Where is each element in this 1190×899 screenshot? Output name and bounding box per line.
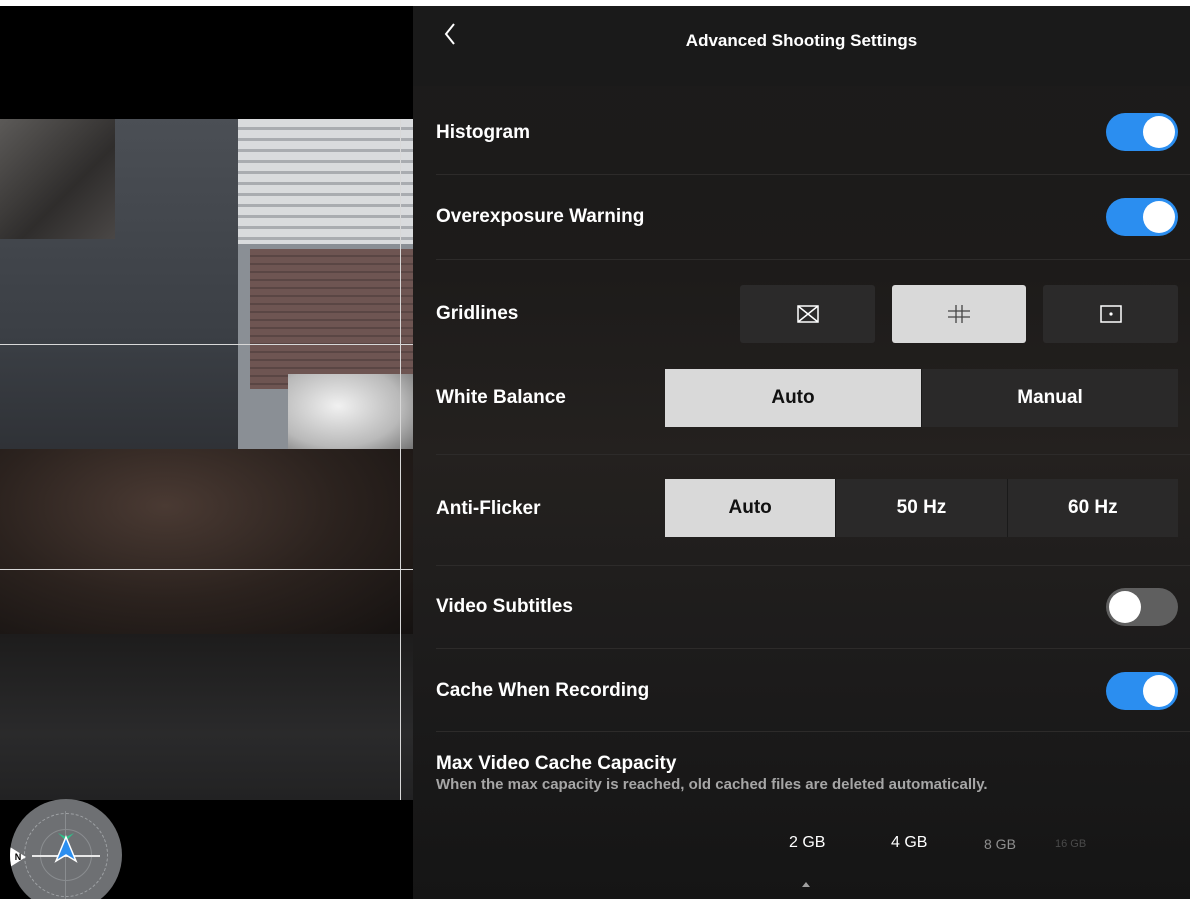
scene-window: [238, 119, 413, 469]
gridline-diagonal-button[interactable]: [740, 285, 875, 343]
home-point-icon: [105, 892, 121, 899]
anti-flicker-label: Anti-Flicker: [436, 498, 541, 519]
scene-painting: [0, 119, 115, 239]
scene-sofa: [0, 449, 413, 639]
cache-option-8gb[interactable]: 8 GB: [984, 836, 1016, 852]
camera-live-view[interactable]: N: [0, 6, 413, 899]
cache-option-16gb[interactable]: 16 GB: [1055, 838, 1086, 850]
scene-brick: [250, 249, 413, 389]
video-subtitles-label: Video Subtitles: [436, 596, 573, 617]
toggle-knob: [1143, 116, 1175, 148]
cache-option-4gb[interactable]: 4 GB: [891, 834, 927, 852]
diagonal-grid-icon: [796, 305, 819, 323]
cache-recording-toggle[interactable]: [1106, 672, 1178, 710]
anti-flicker-60hz[interactable]: 60 Hz: [1006, 479, 1178, 537]
histogram-toggle[interactable]: [1106, 113, 1178, 151]
cache-recording-row: Cache When Recording: [436, 649, 1190, 732]
video-subtitles-row: Video Subtitles: [436, 566, 1190, 649]
toggle-knob: [1109, 591, 1141, 623]
white-balance-manual[interactable]: Manual: [921, 369, 1178, 427]
video-subtitles-toggle[interactable]: [1106, 588, 1178, 626]
white-balance-label: White Balance: [436, 387, 566, 408]
scene-snow: [288, 374, 413, 454]
max-cache-label: Max Video Cache Capacity: [436, 753, 677, 774]
anti-flicker-row: Anti-Flicker Auto 50 Hz 60 Hz: [436, 455, 1190, 566]
gridlines-row: Gridlines: [436, 260, 1190, 344]
gridlines-label: Gridlines: [436, 303, 519, 324]
scene-floor: [0, 634, 413, 800]
overexposure-toggle[interactable]: [1106, 198, 1178, 236]
white-balance-auto[interactable]: Auto: [665, 369, 921, 427]
panel-header: Advanced Shooting Settings: [413, 6, 1190, 86]
grid-line-horizontal: [0, 569, 413, 570]
selection-caret-icon: [802, 882, 810, 887]
cache-recording-label: Cache When Recording: [436, 680, 650, 701]
compass-radar[interactable]: N: [10, 799, 122, 899]
white-balance-segmented: Auto Manual: [665, 369, 1178, 427]
max-cache-description: When the max capacity is reached, old ca…: [436, 776, 988, 793]
aircraft-arrow-icon: [54, 833, 78, 863]
settings-panel: Advanced Shooting Settings Histogram Ove…: [413, 6, 1190, 899]
camera-scene: [0, 119, 413, 800]
anti-flicker-segmented: Auto 50 Hz 60 Hz: [665, 479, 1178, 537]
overexposure-row: Overexposure Warning: [436, 175, 1190, 260]
cache-option-2gb[interactable]: 2 GB: [789, 834, 825, 852]
gridline-center-button[interactable]: [1043, 285, 1178, 343]
grid-icon: [948, 305, 970, 323]
center-point-icon: [1099, 305, 1122, 323]
max-cache-row: Max Video Cache Capacity When the max ca…: [436, 732, 1190, 832]
white-balance-row: White Balance Auto Manual: [436, 344, 1190, 455]
scene-blind: [238, 119, 413, 244]
toggle-knob: [1143, 675, 1175, 707]
grid-line-horizontal: [0, 344, 413, 345]
anti-flicker-auto[interactable]: Auto: [665, 479, 836, 537]
page-title: Advanced Shooting Settings: [685, 31, 918, 50]
histogram-row: Histogram: [436, 94, 1190, 175]
toggle-knob: [1143, 201, 1175, 233]
grid-line-vertical: [400, 119, 401, 800]
anti-flicker-50hz[interactable]: 50 Hz: [835, 479, 1007, 537]
overexposure-label: Overexposure Warning: [436, 206, 645, 227]
gridline-grid-button[interactable]: [892, 285, 1026, 343]
histogram-label: Histogram: [436, 122, 530, 143]
